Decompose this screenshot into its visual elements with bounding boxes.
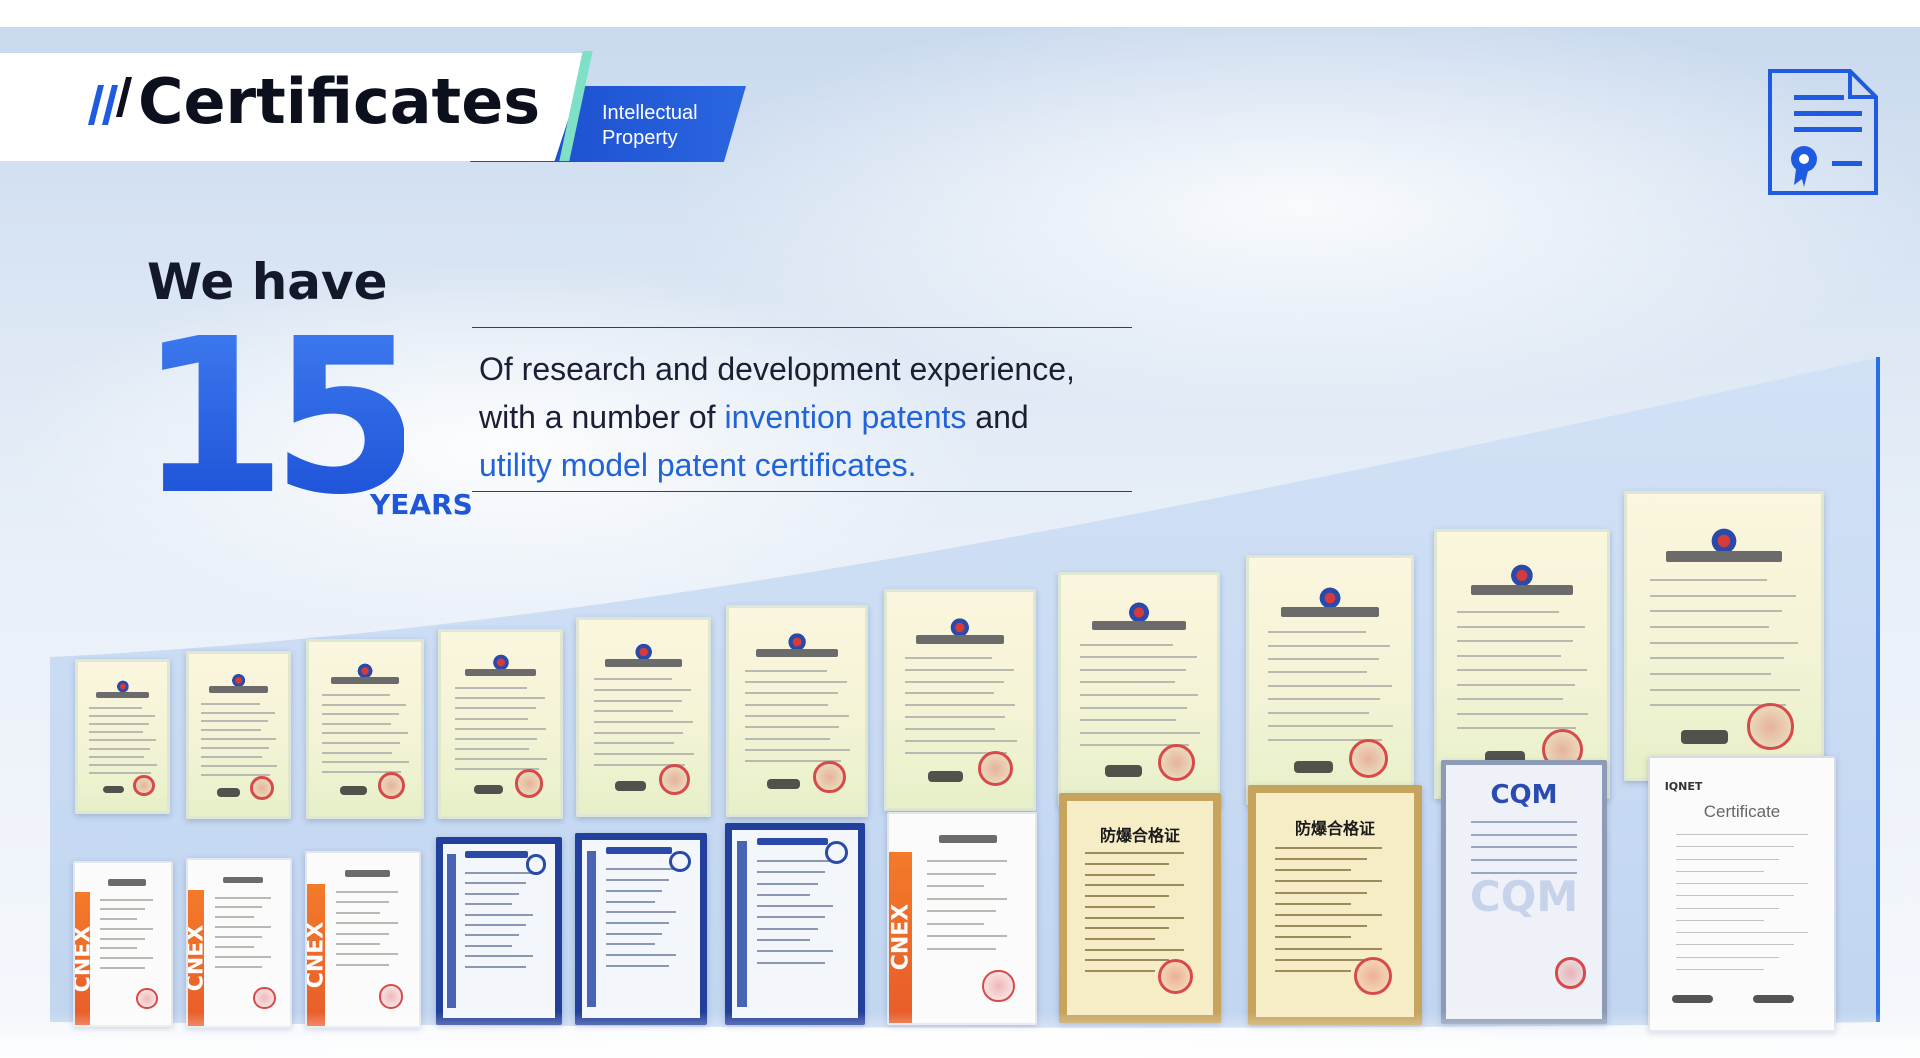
patent-certificate xyxy=(186,651,291,819)
compliance-certificate xyxy=(575,833,707,1025)
cnex-certificate: CNEX xyxy=(305,851,421,1028)
explosion-proof-certificate: 防爆合格证 xyxy=(1248,785,1422,1025)
iqnet-logo: IQNET xyxy=(1664,779,1703,793)
patent-certificate xyxy=(1434,529,1610,799)
cnex-strip-text: CNEX xyxy=(73,925,96,992)
header-subtitle-line2: Property xyxy=(602,127,678,149)
cnex-strip-text: CNEX xyxy=(305,921,329,989)
explosion-proof-certificate: 防爆合格证 xyxy=(1059,793,1221,1023)
slide-background: Certificates Intellectual Property We ha… xyxy=(0,27,1920,1058)
certificate-wall: CNEX CNEX CNEX CNEX 防爆合格证 防爆合格证 CQM CQM IQNET Cer… xyxy=(0,27,1920,1058)
patent-certificate xyxy=(1058,572,1220,807)
triple-slash-icon xyxy=(88,77,132,125)
header-subtitle-line1: Intellectual xyxy=(602,102,698,124)
cnex-certificate: CNEX xyxy=(73,861,173,1027)
iqnet-title: Certificate xyxy=(1703,801,1781,821)
cqm-certificate: CQM CQM xyxy=(1441,760,1607,1024)
explosion-proof-title: 防爆合格证 xyxy=(1099,826,1181,846)
cnex-strip-text: CNEX xyxy=(186,924,209,992)
patent-certificate xyxy=(1246,555,1414,805)
floor-glow xyxy=(0,1012,1920,1058)
iqnet-certificate: IQNET Certificate xyxy=(1648,756,1836,1032)
cnex-certificate: CNEX xyxy=(887,812,1037,1025)
patent-certificate xyxy=(726,605,868,817)
cqm-watermark: CQM xyxy=(1469,871,1579,921)
cqm-logo: CQM xyxy=(1490,780,1558,811)
patent-certificate xyxy=(884,589,1036,811)
patent-certificate xyxy=(576,617,711,817)
explosion-proof-title: 防爆合格证 xyxy=(1294,819,1376,839)
patent-certificate xyxy=(1624,491,1824,781)
patent-certificate xyxy=(306,639,424,819)
cnex-strip-text: CNEX xyxy=(888,904,914,971)
compliance-certificate xyxy=(436,837,562,1025)
patent-certificate xyxy=(75,659,170,814)
patent-certificate xyxy=(438,629,563,819)
page-title: Certificates xyxy=(138,65,541,138)
compliance-certificate xyxy=(725,823,865,1025)
header-subtitle: Intellectual Property xyxy=(602,101,698,151)
cnex-certificate: CNEX xyxy=(186,858,292,1028)
